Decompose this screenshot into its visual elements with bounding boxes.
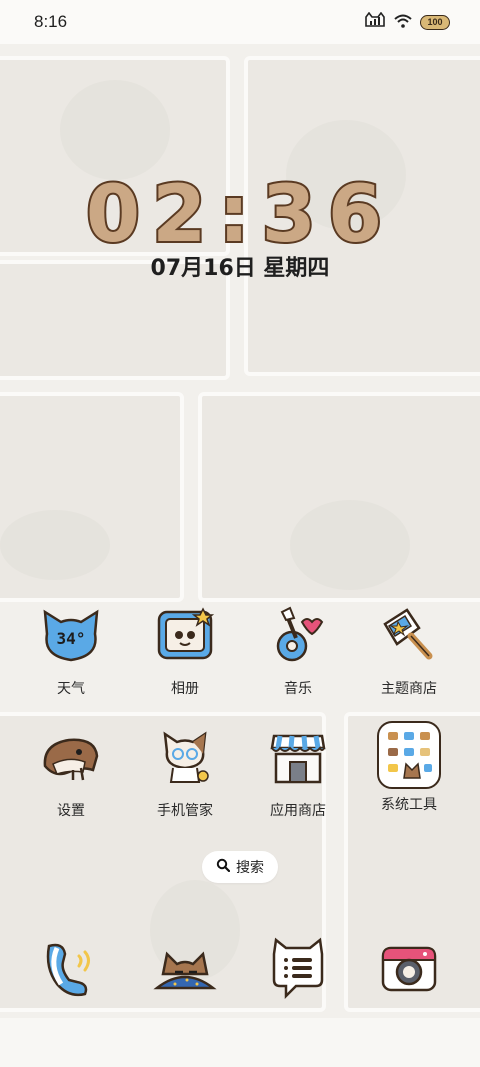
app-music[interactable]: 音乐 xyxy=(250,604,346,698)
app-label: 主题商店 xyxy=(381,681,437,697)
app-gallery[interactable]: 相册 xyxy=(137,604,233,698)
search-label: 搜索 xyxy=(236,860,264,876)
app-system-tools[interactable]: 系统工具 xyxy=(361,720,457,814)
lockscreen-date: 07月16日 星期四 xyxy=(150,256,330,281)
paintbrush-icon xyxy=(377,604,441,668)
app-label: 应用商店 xyxy=(270,803,326,819)
app-label: 相册 xyxy=(171,681,199,697)
phone-icon xyxy=(39,936,103,1000)
app-settings[interactable]: 设置 xyxy=(23,726,119,820)
cat-signal-icon xyxy=(364,11,386,32)
shop-icon xyxy=(266,726,330,790)
tools-folder-icon xyxy=(376,720,442,790)
camera-icon xyxy=(377,936,441,1000)
cat-sleeping-icon xyxy=(153,936,217,1000)
app-theme-store[interactable]: 主题商店 xyxy=(361,604,457,698)
app-app-store[interactable]: 应用商店 xyxy=(250,726,346,820)
app-weather[interactable]: 34° 天气 xyxy=(23,604,119,698)
dock-camera[interactable] xyxy=(361,936,457,1000)
dock-background xyxy=(0,1018,480,1067)
dock-messages[interactable] xyxy=(250,936,346,1000)
status-bar: 8:16 100 xyxy=(0,0,480,44)
app-label: 音乐 xyxy=(284,681,312,697)
svg-text:34°: 34° xyxy=(57,629,86,648)
battery-icon: 100 xyxy=(420,14,450,30)
app-label: 天气 xyxy=(57,681,85,697)
guitar-icon xyxy=(266,604,330,668)
dock-phone[interactable] xyxy=(23,936,119,1000)
app-phone-manager[interactable]: 手机管家 xyxy=(137,726,233,820)
app-label: 系统工具 xyxy=(381,797,437,813)
wallpaper xyxy=(0,0,480,1067)
app-label: 手机管家 xyxy=(157,803,213,819)
status-icons: 100 xyxy=(364,11,450,32)
message-cat-icon xyxy=(266,936,330,1000)
search-button[interactable]: 搜索 xyxy=(202,851,278,883)
photo-frame-icon xyxy=(153,604,217,668)
weather-cat-icon: 34° xyxy=(39,604,103,668)
hamster-icon xyxy=(39,726,103,790)
dock-cat-app[interactable] xyxy=(137,936,233,1000)
cat-guardian-icon xyxy=(153,726,217,790)
wifi-icon xyxy=(394,13,412,32)
search-icon xyxy=(216,858,231,876)
app-label: 设置 xyxy=(57,803,85,819)
status-time: 8:16 xyxy=(34,12,68,31)
lockscreen-clock: 02:36 xyxy=(84,168,395,262)
